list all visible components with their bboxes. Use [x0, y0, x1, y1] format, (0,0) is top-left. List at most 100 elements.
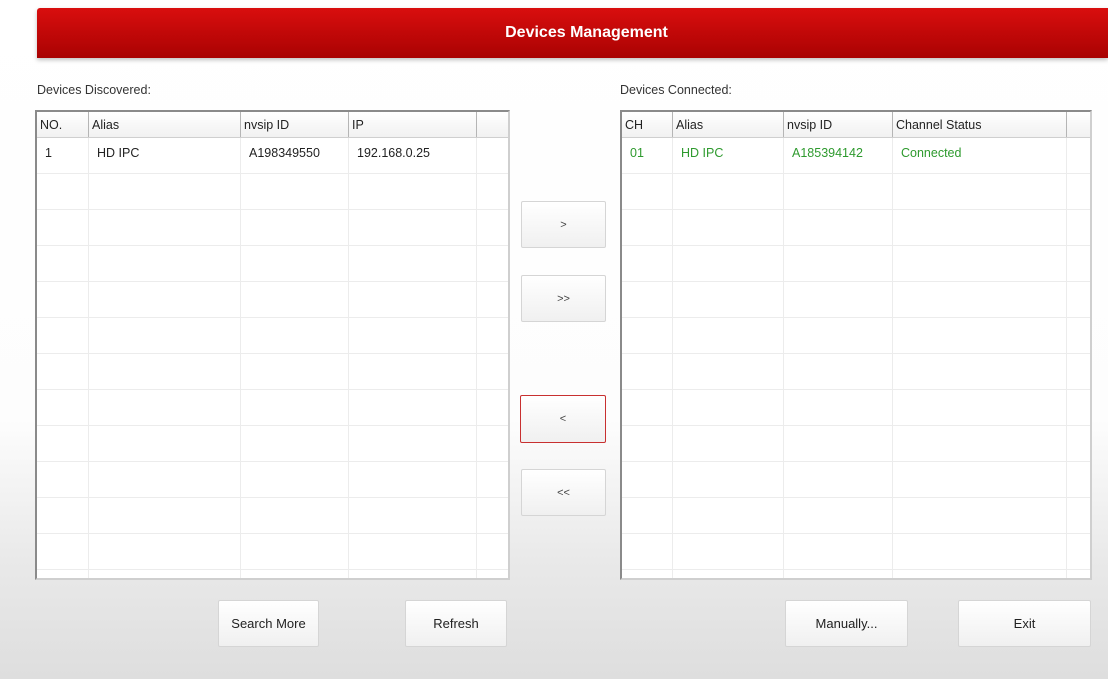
empty-cell [784, 462, 893, 497]
column-header-channel-status[interactable]: Channel Status [893, 112, 1067, 137]
empty-cell [893, 354, 1067, 389]
empty-cell [477, 354, 508, 389]
exit-button[interactable]: Exit [958, 600, 1091, 647]
column-header-alias[interactable]: Alias [673, 112, 784, 137]
empty-cell [784, 210, 893, 245]
empty-cell [893, 498, 1067, 533]
empty-cell [673, 462, 784, 497]
empty-cell [784, 534, 893, 569]
empty-cell [1067, 570, 1090, 578]
search-more-button[interactable]: Search More [218, 600, 319, 647]
cell-empty [477, 138, 508, 173]
empty-cell [1067, 498, 1090, 533]
empty-cell [673, 174, 784, 209]
empty-cell [37, 318, 89, 353]
empty-cell [477, 570, 508, 578]
column-header-nvsip-id[interactable]: nvsip ID [241, 112, 349, 137]
column-header-no[interactable]: NO. [37, 112, 89, 137]
empty-row [37, 354, 508, 390]
empty-cell [349, 210, 477, 245]
empty-cell [241, 246, 349, 281]
empty-row [622, 534, 1090, 570]
empty-row [622, 570, 1090, 578]
empty-cell [241, 318, 349, 353]
devices-connected-label: Devices Connected: [620, 83, 732, 97]
remove-selected-button[interactable]: < [520, 395, 606, 443]
manually-button[interactable]: Manually... [785, 600, 908, 647]
empty-cell [349, 390, 477, 425]
empty-cell [37, 462, 89, 497]
empty-cell [1067, 318, 1090, 353]
column-header-alias[interactable]: Alias [89, 112, 241, 137]
connected-table-header: CH Alias nvsip ID Channel Status [622, 112, 1090, 138]
empty-cell [37, 426, 89, 461]
empty-cell [477, 534, 508, 569]
empty-row [622, 426, 1090, 462]
empty-cell [241, 462, 349, 497]
remove-all-button[interactable]: << [521, 469, 606, 516]
empty-cell [477, 174, 508, 209]
empty-cell [477, 426, 508, 461]
connected-table[interactable]: CH Alias nvsip ID Channel Status 01 HD I… [620, 110, 1092, 580]
empty-cell [349, 570, 477, 578]
refresh-button[interactable]: Refresh [405, 600, 507, 647]
empty-cell [893, 426, 1067, 461]
cell-channel-status: Connected [893, 138, 1067, 173]
empty-cell [241, 174, 349, 209]
empty-cell [673, 354, 784, 389]
empty-cell [241, 354, 349, 389]
empty-cell [477, 462, 508, 497]
empty-row [622, 462, 1090, 498]
table-row[interactable]: 1 HD IPC A198349550 192.168.0.25 [37, 138, 508, 174]
empty-cell [622, 282, 673, 317]
empty-cell [893, 282, 1067, 317]
table-row[interactable]: 01 HD IPC A185394142 Connected [622, 138, 1090, 174]
empty-cell [89, 318, 241, 353]
empty-row [622, 210, 1090, 246]
empty-cell [349, 354, 477, 389]
empty-cell [37, 210, 89, 245]
empty-cell [673, 210, 784, 245]
empty-cell [477, 390, 508, 425]
empty-cell [349, 462, 477, 497]
cell-empty [1067, 138, 1090, 173]
cell-alias: HD IPC [89, 138, 241, 173]
empty-cell [893, 318, 1067, 353]
empty-cell [477, 498, 508, 533]
empty-cell [673, 534, 784, 569]
empty-cell [622, 210, 673, 245]
empty-cell [784, 318, 893, 353]
empty-row [37, 534, 508, 570]
column-header-ch[interactable]: CH [622, 112, 673, 137]
empty-cell [349, 318, 477, 353]
discovered-table[interactable]: NO. Alias nvsip ID IP 1 HD IPC A19834955… [35, 110, 510, 580]
empty-cell [349, 426, 477, 461]
add-selected-button[interactable]: > [521, 201, 606, 248]
empty-row [37, 570, 508, 578]
window-title: Devices Management [505, 24, 668, 41]
title-bar: Devices Management [37, 8, 1108, 58]
empty-cell [241, 210, 349, 245]
column-header-empty [1067, 112, 1090, 137]
empty-cell [241, 498, 349, 533]
empty-cell [622, 498, 673, 533]
add-all-button[interactable]: >> [521, 275, 606, 322]
empty-cell [1067, 210, 1090, 245]
empty-cell [37, 534, 89, 569]
empty-cell [784, 246, 893, 281]
empty-cell [673, 282, 784, 317]
empty-cell [673, 390, 784, 425]
empty-cell [622, 390, 673, 425]
cell-ip: 192.168.0.25 [349, 138, 477, 173]
empty-row [622, 354, 1090, 390]
column-header-ip[interactable]: IP [349, 112, 477, 137]
cell-nvsip-id: A185394142 [784, 138, 893, 173]
empty-cell [477, 282, 508, 317]
empty-cell [673, 246, 784, 281]
empty-cell [37, 174, 89, 209]
empty-row [622, 498, 1090, 534]
empty-row [622, 246, 1090, 282]
empty-cell [477, 318, 508, 353]
column-header-nvsip-id[interactable]: nvsip ID [784, 112, 893, 137]
empty-cell [784, 174, 893, 209]
